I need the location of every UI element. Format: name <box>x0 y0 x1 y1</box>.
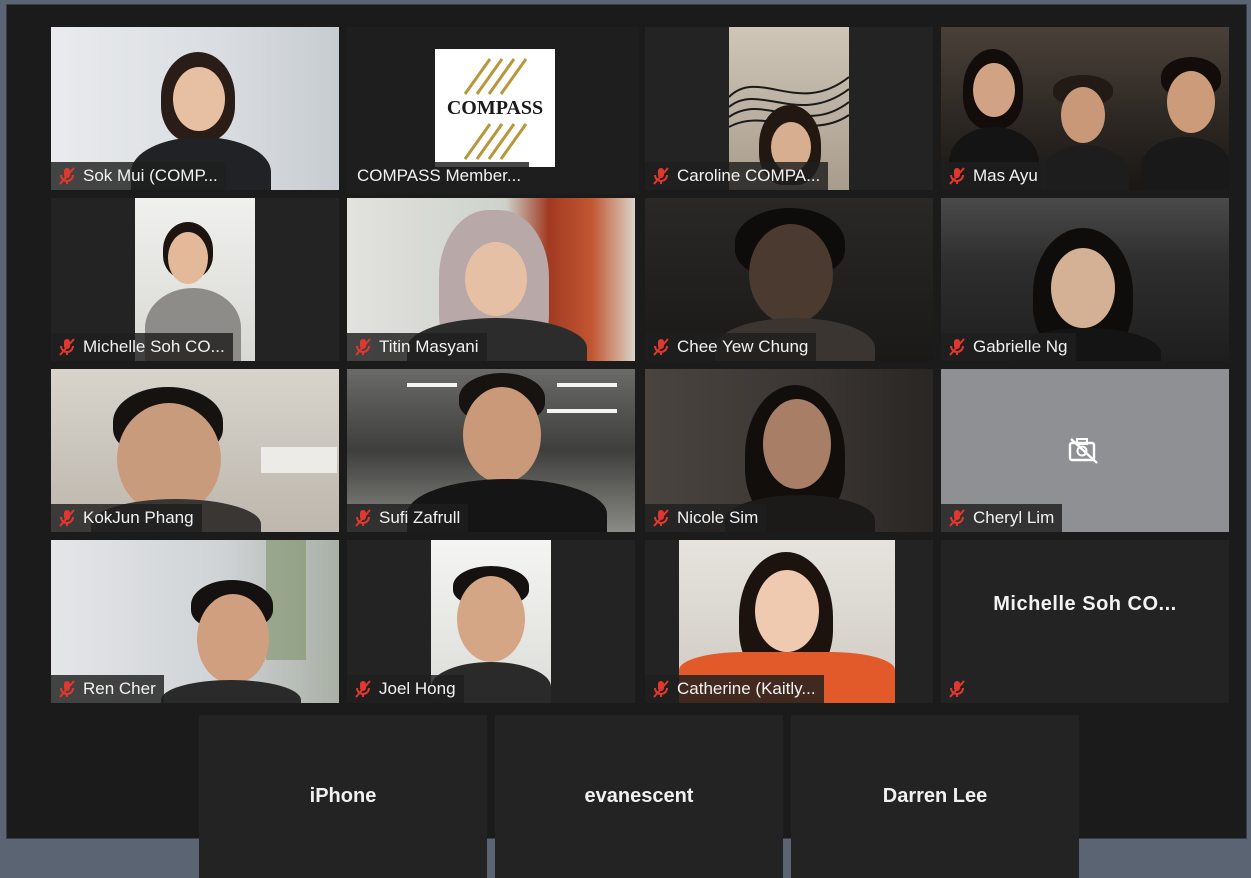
participant-label: Michelle Soh CO... <box>51 333 233 361</box>
participant-name: COMPASS Member... <box>357 166 522 185</box>
mic-muted-icon <box>59 509 75 527</box>
mic-muted-icon <box>355 338 371 356</box>
participant-label: Sok Mui (COMP... <box>51 162 226 190</box>
video-tile-kokjun-phang[interactable]: KokJun Phang <box>51 369 339 532</box>
mic-muted-icon <box>355 680 371 698</box>
participant-name: Mas Ayu <box>973 166 1038 185</box>
video-tile-iphone[interactable]: iPhone <box>199 715 487 878</box>
mic-muted-icon <box>59 167 75 185</box>
participant-name: Gabrielle Ng <box>973 337 1068 356</box>
participant-label: Joel Hong <box>347 675 464 703</box>
video-tile-catherine[interactable]: Catherine (Kaitly... <box>645 540 933 703</box>
participant-name: Joel Hong <box>379 679 456 698</box>
video-tile-gabrielle-ng[interactable]: Gabrielle Ng <box>941 198 1229 361</box>
mic-muted-icon <box>949 167 965 185</box>
participant-label: Mas Ayu <box>941 162 1046 190</box>
mic-muted-icon <box>59 680 75 698</box>
mic-muted-icon <box>949 338 965 356</box>
participant-label <box>941 675 981 703</box>
participant-name: Cheryl Lim <box>973 508 1055 527</box>
participant-label: Nicole Sim <box>645 504 767 532</box>
participant-label: Catherine (Kaitly... <box>645 675 824 703</box>
video-tile-mas-ayu[interactable]: Mas Ayu <box>941 27 1229 190</box>
participant-label: Titin Masyani <box>347 333 487 361</box>
camera-off-icon <box>1068 438 1098 464</box>
air-conditioner <box>261 447 337 473</box>
video-tile-michelle-soh[interactable]: Michelle Soh CO... <box>51 198 339 361</box>
participant-label: KokJun Phang <box>51 504 202 532</box>
video-tile-caroline[interactable]: Caroline COMPA... <box>645 27 933 190</box>
participant-name: Sufi Zafrull <box>379 508 461 527</box>
mic-muted-icon <box>653 680 669 698</box>
participant-name-card: Darren Lee <box>882 785 988 807</box>
participant-label: Gabrielle Ng <box>941 333 1076 361</box>
mic-muted-icon <box>653 167 669 185</box>
video-tile-cheryl-lim[interactable]: Cheryl Lim <box>941 369 1229 532</box>
participant-name: Michelle Soh CO... <box>83 337 225 356</box>
participant-label: Cheryl Lim <box>941 504 1063 532</box>
video-tile-joel-hong[interactable]: Joel Hong <box>347 540 635 703</box>
participant-label: Chee Yew Chung <box>645 333 817 361</box>
participant-label: COMPASS Member... <box>351 162 530 190</box>
video-tile-michelle-soh-2[interactable]: Michelle Soh CO... <box>941 540 1229 703</box>
participant-name-card: Michelle Soh CO... <box>993 593 1177 615</box>
participant-name: Sok Mui (COMP... <box>83 166 218 185</box>
participant-name: Nicole Sim <box>677 508 759 527</box>
participant-name: Caroline COMPA... <box>677 166 821 185</box>
video-tile-darren-lee[interactable]: Darren Lee <box>791 715 1079 878</box>
video-tile-evanescent[interactable]: evanescent <box>495 715 783 878</box>
mic-muted-icon <box>949 509 965 527</box>
video-tile-sufi-zafrull[interactable]: Sufi Zafrull <box>347 369 635 532</box>
participant-name-card: evanescent <box>584 785 694 807</box>
mic-muted-icon <box>355 509 371 527</box>
participant-label: Caroline COMPA... <box>645 162 829 190</box>
participant-name: Catherine (Kaitly... <box>677 679 816 698</box>
compass-logo-text: COMPASS <box>446 97 544 119</box>
participant-label: Ren Cher <box>51 675 164 703</box>
participant-name: Titin Masyani <box>379 337 479 356</box>
video-tile-nicole-sim[interactable]: Nicole Sim <box>645 369 933 532</box>
participant-name: Chee Yew Chung <box>677 337 809 356</box>
video-tile-titin-masyani[interactable]: Titin Masyani <box>347 198 635 361</box>
participant-label: Sufi Zafrull <box>347 504 469 532</box>
compass-logo: COMPASS <box>435 49 555 167</box>
participant-name-card: iPhone <box>309 785 377 807</box>
video-tile-chee-yew-chung[interactable]: Chee Yew Chung <box>645 198 933 361</box>
mic-muted-icon <box>949 680 965 698</box>
mic-muted-icon <box>653 509 669 527</box>
participant-name: Ren Cher <box>83 679 156 698</box>
video-tile-compass-member[interactable]: COMPASS COMPASS Member... <box>347 27 639 194</box>
gallery-view: Sok Mui (COMP... COMPASS COMPASS Member.… <box>6 4 1247 878</box>
video-tile-sok-mui[interactable]: Sok Mui (COMP... <box>51 27 339 190</box>
video-tile-ren-cher[interactable]: Ren Cher <box>51 540 339 703</box>
mic-muted-icon <box>59 338 75 356</box>
mic-muted-icon <box>653 338 669 356</box>
participant-name: KokJun Phang <box>83 508 194 527</box>
